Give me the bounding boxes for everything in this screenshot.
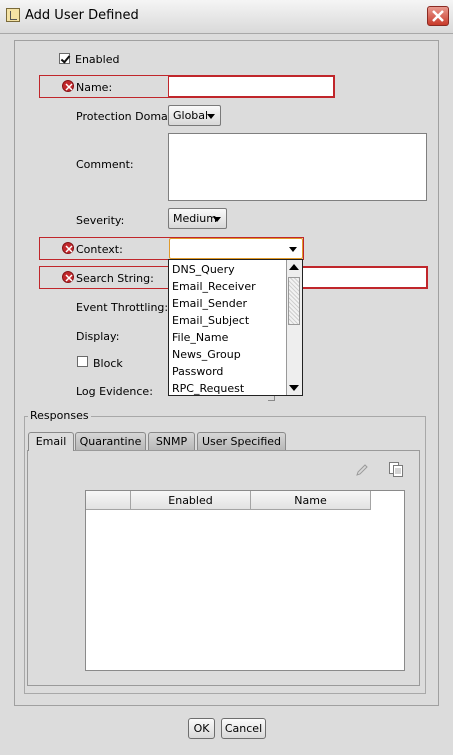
display-label: Display: — [76, 330, 120, 343]
severity-label: Severity: — [76, 214, 125, 227]
block-label: Block — [93, 357, 123, 370]
dropdown-option[interactable]: News_Group — [172, 348, 241, 361]
tab-label: Quarantine — [79, 435, 142, 448]
close-icon — [432, 10, 444, 22]
chevron-down-icon — [213, 217, 221, 222]
search-string-label: Search String: — [76, 272, 154, 285]
enabled-checkbox[interactable] — [59, 53, 70, 64]
scroll-down-icon[interactable] — [289, 385, 299, 391]
ok-button[interactable]: OK — [188, 718, 215, 739]
log-evidence-label: Log Evidence: — [76, 385, 153, 398]
protection-domain-label: Protection Domain: — [76, 110, 182, 123]
enabled-label: Enabled — [75, 53, 120, 66]
edit-icon[interactable] — [355, 463, 369, 477]
chevron-down-icon — [289, 247, 297, 252]
search-string-input[interactable] — [300, 267, 427, 288]
name-input[interactable] — [168, 76, 334, 97]
dropdown-option[interactable]: RPC_Request — [172, 382, 244, 395]
error-icon — [62, 242, 74, 254]
scroll-thumb[interactable] — [288, 277, 300, 325]
context-select[interactable] — [169, 238, 303, 259]
name-label: Name: — [76, 81, 113, 94]
tab-quarantine[interactable]: Quarantine — [75, 432, 146, 450]
close-button[interactable] — [427, 6, 449, 26]
tab-user-specified[interactable]: User Specified — [197, 432, 286, 450]
copy-icon[interactable] — [388, 461, 404, 478]
dropdown-option[interactable]: File_Name — [172, 331, 228, 344]
dropdown-option[interactable]: Email_Receiver — [172, 280, 256, 293]
window-title: Add User Defined — [25, 8, 139, 23]
severity-value: Medium — [173, 212, 217, 225]
comment-textarea[interactable] — [168, 133, 427, 201]
java-app-icon — [6, 8, 20, 22]
column-header-enabled[interactable]: Enabled — [131, 491, 251, 510]
dropdown-option[interactable]: DNS_Query — [172, 263, 235, 276]
context-label: Context: — [76, 243, 123, 256]
tab-label: SNMP — [155, 435, 188, 448]
tab-label: Email — [35, 435, 67, 448]
scroll-up-icon[interactable] — [289, 264, 299, 270]
protection-domain-value: Global — [173, 109, 209, 122]
cancel-button[interactable]: Cancel — [221, 718, 266, 739]
responses-legend: Responses — [28, 409, 91, 422]
event-throttling-label: Event Throttling: — [76, 301, 169, 314]
column-header-name[interactable]: Name — [251, 491, 371, 510]
block-checkbox[interactable] — [77, 356, 88, 367]
chevron-down-icon — [207, 114, 215, 119]
protection-domain-select[interactable]: Global — [168, 105, 221, 126]
dropdown-option[interactable]: Email_Sender — [172, 297, 247, 310]
dropdown-option[interactable]: Password — [172, 365, 223, 378]
dropdown-option[interactable]: Email_Subject — [172, 314, 249, 327]
error-icon — [62, 271, 74, 283]
column-header[interactable] — [86, 491, 131, 510]
tab-snmp[interactable]: SNMP — [148, 432, 195, 450]
title-bar: Add User Defined — [0, 0, 453, 34]
tab-label: User Specified — [201, 435, 282, 448]
severity-select[interactable]: Medium — [168, 208, 227, 229]
comment-label: Comment: — [76, 158, 134, 171]
error-icon — [62, 80, 74, 92]
dropdown-scrollbar[interactable] — [286, 260, 302, 395]
responses-table: Enabled Name — [85, 490, 405, 671]
context-dropdown-list: DNS_Query Email_Receiver Email_Sender Em… — [168, 259, 303, 396]
tab-email[interactable]: Email — [28, 432, 74, 451]
